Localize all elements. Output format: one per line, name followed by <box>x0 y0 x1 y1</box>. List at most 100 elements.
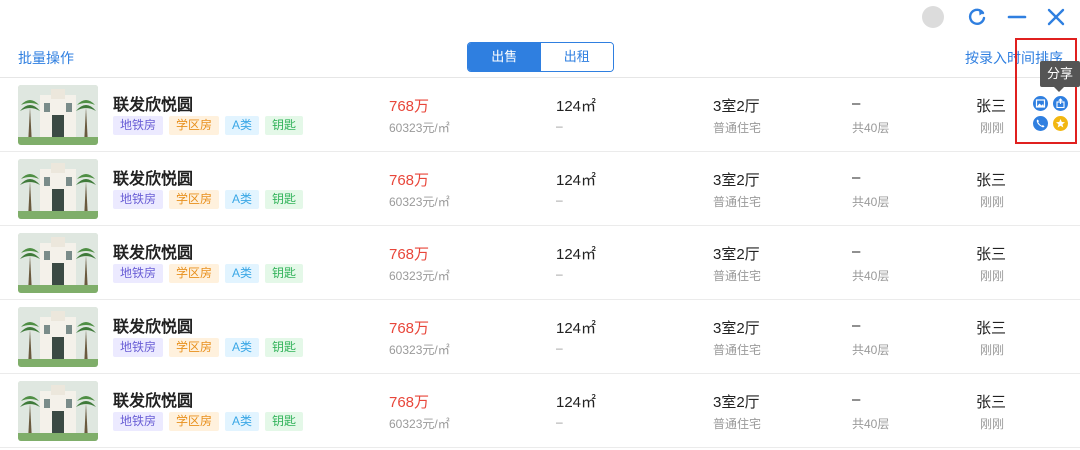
agent-name: 张三 <box>976 98 1007 115</box>
tag-class-a: A类 <box>225 412 260 431</box>
floor: – <box>852 169 861 186</box>
entry-time: 刚刚 <box>980 269 1005 283</box>
picture-icon[interactable] <box>1033 96 1048 111</box>
property-name[interactable]: 联发欣悦圆 <box>113 91 193 115</box>
area: 124㎡ <box>556 394 597 411</box>
area: 124㎡ <box>556 172 597 189</box>
tag-subway: 地铁房 <box>113 116 164 135</box>
tag-key: 钥匙 <box>265 338 304 357</box>
property-thumbnail[interactable] <box>18 159 98 219</box>
list-item[interactable]: 联发欣悦圆 地铁房 学区房 A类 钥匙 768万 60323元/㎡ 124㎡ –… <box>0 152 1080 226</box>
floor-total: 共40层 <box>852 121 890 135</box>
tag-subway: 地铁房 <box>113 338 164 357</box>
total-price: 768万 <box>389 98 430 115</box>
tab-rent[interactable]: 出租 <box>540 43 613 71</box>
tag-key: 钥匙 <box>265 412 304 431</box>
tag-class-a: A类 <box>225 190 260 209</box>
tab-sale[interactable]: 出售 <box>468 43 541 71</box>
total-price: 768万 <box>389 172 430 189</box>
property-type: 普通住宅 <box>713 417 762 431</box>
entry-time: 刚刚 <box>980 343 1005 357</box>
tag-class-a: A类 <box>225 338 260 357</box>
tag-list: 地铁房 学区房 A类 钥匙 <box>113 264 304 283</box>
room-layout: 3室2厅 <box>713 320 760 337</box>
property-thumbnail[interactable] <box>18 381 98 441</box>
property-name[interactable]: 联发欣悦圆 <box>113 313 193 337</box>
agent-name: 张三 <box>976 246 1007 263</box>
list-item[interactable]: 联发欣悦圆 地铁房 学区房 A类 钥匙 768万 60323元/㎡ 124㎡ –… <box>0 226 1080 300</box>
floor-total: 共40层 <box>852 343 890 357</box>
total-price: 768万 <box>389 394 430 411</box>
unit-price: 60323元/㎡ <box>389 195 450 209</box>
list-item[interactable]: 联发欣悦圆 地铁房 学区房 A类 钥匙 768万 60323元/㎡ 124㎡ –… <box>0 374 1080 448</box>
phone-icon[interactable] <box>1033 116 1048 131</box>
property-type: 普通住宅 <box>713 269 762 283</box>
batch-operation-button[interactable]: 批量操作 <box>18 48 74 68</box>
property-thumbnail[interactable] <box>18 233 98 293</box>
property-thumbnail[interactable] <box>18 85 98 145</box>
tag-school-district: 学区房 <box>169 412 220 431</box>
area-sub: – <box>556 415 563 429</box>
listing-list: 联发欣悦圆 地铁房 学区房 A类 钥匙 768万 60323元/㎡ 124㎡ –… <box>0 78 1080 448</box>
tag-school-district: 学区房 <box>169 338 220 357</box>
entry-time: 刚刚 <box>980 195 1005 209</box>
sale-rent-toggle: 出售 出租 <box>467 42 614 72</box>
property-thumbnail[interactable] <box>18 307 98 367</box>
tag-list: 地铁房 学区房 A类 钥匙 <box>113 116 304 135</box>
area: 124㎡ <box>556 246 597 263</box>
room-layout: 3室2厅 <box>713 172 760 189</box>
floor: – <box>852 243 861 260</box>
property-name[interactable]: 联发欣悦圆 <box>113 239 193 263</box>
entry-time: 刚刚 <box>980 121 1005 135</box>
tag-key: 钥匙 <box>265 264 304 283</box>
room-layout: 3室2厅 <box>713 394 760 411</box>
tag-list: 地铁房 学区房 A类 钥匙 <box>113 338 304 357</box>
unit-price: 60323元/㎡ <box>389 417 450 431</box>
property-type: 普通住宅 <box>713 343 762 357</box>
property-name[interactable]: 联发欣悦圆 <box>113 165 193 189</box>
entry-time: 刚刚 <box>980 417 1005 431</box>
area: 124㎡ <box>556 98 597 115</box>
unit-price: 60323元/㎡ <box>389 269 450 283</box>
tag-subway: 地铁房 <box>113 412 164 431</box>
floor: – <box>852 317 861 334</box>
floor: – <box>852 391 861 408</box>
minimize-icon[interactable] <box>1004 4 1030 30</box>
toolbar: 批量操作 出售 出租 按录入时间排序 <box>0 40 1080 78</box>
property-name[interactable]: 联发欣悦圆 <box>113 387 193 411</box>
floor-total: 共40层 <box>852 417 890 431</box>
floor-total: 共40层 <box>852 195 890 209</box>
agent-name: 张三 <box>976 320 1007 337</box>
list-item[interactable]: 联发欣悦圆 地铁房 学区房 A类 钥匙 768万 60323元/㎡ 124㎡ –… <box>0 78 1080 152</box>
tag-key: 钥匙 <box>265 190 304 209</box>
floor: – <box>852 95 861 112</box>
share-icon[interactable] <box>1053 96 1068 111</box>
unit-price: 60323元/㎡ <box>389 121 450 135</box>
tag-class-a: A类 <box>225 264 260 283</box>
user-avatar[interactable] <box>922 6 944 28</box>
area-sub: – <box>556 341 563 355</box>
total-price: 768万 <box>389 320 430 337</box>
tag-school-district: 学区房 <box>169 190 220 209</box>
room-layout: 3室2厅 <box>713 246 760 263</box>
floor-total: 共40层 <box>852 269 890 283</box>
row-actions <box>1033 96 1071 132</box>
room-layout: 3室2厅 <box>713 98 760 115</box>
tag-school-district: 学区房 <box>169 264 220 283</box>
tag-subway: 地铁房 <box>113 264 164 283</box>
refresh-icon[interactable] <box>964 4 990 30</box>
tag-list: 地铁房 学区房 A类 钥匙 <box>113 412 304 431</box>
area-sub: – <box>556 267 563 281</box>
share-tooltip: 分享 <box>1040 61 1080 87</box>
area: 124㎡ <box>556 320 597 337</box>
agent-name: 张三 <box>976 394 1007 411</box>
unit-price: 60323元/㎡ <box>389 343 450 357</box>
tag-class-a: A类 <box>225 116 260 135</box>
area-sub: – <box>556 193 563 207</box>
star-icon[interactable] <box>1053 116 1068 131</box>
list-item[interactable]: 联发欣悦圆 地铁房 学区房 A类 钥匙 768万 60323元/㎡ 124㎡ –… <box>0 300 1080 374</box>
tooltip-arrow <box>1054 87 1064 92</box>
tag-subway: 地铁房 <box>113 190 164 209</box>
close-icon[interactable] <box>1043 4 1069 30</box>
area-sub: – <box>556 119 563 133</box>
